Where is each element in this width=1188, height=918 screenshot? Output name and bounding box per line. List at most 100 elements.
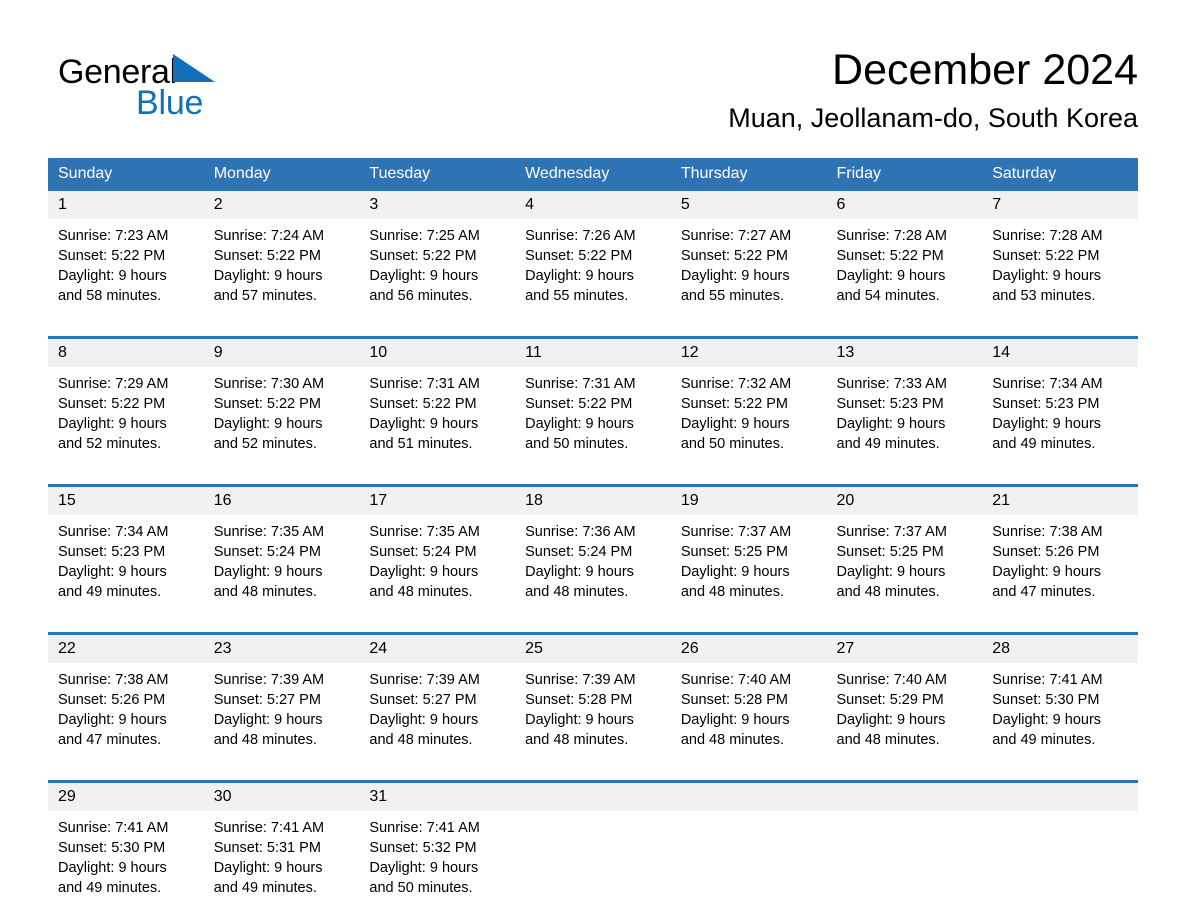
daylight-text-line2: and 52 minutes. <box>58 436 162 452</box>
day-cell[interactable]: Sunrise: 7:35 AM Sunset: 5:24 PM Dayligh… <box>203 515 360 609</box>
day-cell[interactable]: Sunrise: 7:37 AM Sunset: 5:25 PM Dayligh… <box>670 515 827 609</box>
day-number[interactable]: 12 <box>670 339 827 367</box>
day-number[interactable]: 15 <box>48 487 204 515</box>
day-cell[interactable]: Sunrise: 7:27 AM Sunset: 5:22 PM Dayligh… <box>670 219 827 313</box>
sunrise-text: Sunrise: 7:41 AM <box>213 820 325 836</box>
day-number[interactable]: 1 <box>48 191 204 219</box>
day-cell[interactable]: Sunrise: 7:34 AM Sunset: 5:23 PM Dayligh… <box>982 367 1138 461</box>
day-number[interactable]: 4 <box>515 191 671 219</box>
daylight-text-line1: Daylight: 9 hours <box>369 564 479 580</box>
day-number[interactable]: 11 <box>515 339 671 367</box>
day-cell[interactable]: Sunrise: 7:28 AM Sunset: 5:22 PM Dayligh… <box>826 219 983 313</box>
daylight-text-line2: and 55 minutes. <box>525 288 629 304</box>
day-cell[interactable]: Sunrise: 7:41 AM Sunset: 5:32 PM Dayligh… <box>359 811 516 905</box>
daylight-text-line2: and 47 minutes. <box>58 732 162 748</box>
day-cell[interactable]: Sunrise: 7:40 AM Sunset: 5:29 PM Dayligh… <box>826 663 983 757</box>
sunset-text: Sunset: 5:22 PM <box>58 248 166 264</box>
day-cell[interactable]: Sunrise: 7:29 AM Sunset: 5:22 PM Dayligh… <box>48 367 204 461</box>
day-cell[interactable]: Sunrise: 7:31 AM Sunset: 5:22 PM Dayligh… <box>515 367 671 461</box>
daylight-text-line2: and 48 minutes. <box>680 584 784 600</box>
day-cell[interactable]: Sunrise: 7:34 AM Sunset: 5:23 PM Dayligh… <box>48 515 204 609</box>
day-cell[interactable]: Sunrise: 7:40 AM Sunset: 5:28 PM Dayligh… <box>670 663 827 757</box>
day-number[interactable]: 9 <box>203 339 360 367</box>
sunset-text: Sunset: 5:30 PM <box>58 840 166 856</box>
day-number[interactable]: 26 <box>670 635 827 663</box>
day-cell[interactable]: Sunrise: 7:31 AM Sunset: 5:22 PM Dayligh… <box>359 367 516 461</box>
day-number[interactable]: 14 <box>982 339 1138 367</box>
day-number[interactable]: 2 <box>203 191 360 219</box>
daylight-text-line2: and 48 minutes. <box>213 732 317 748</box>
day-number[interactable]: 18 <box>515 487 671 515</box>
day-cell[interactable]: Sunrise: 7:39 AM Sunset: 5:27 PM Dayligh… <box>203 663 360 757</box>
day-number[interactable]: 13 <box>826 339 983 367</box>
sunset-text: Sunset: 5:22 PM <box>525 396 633 412</box>
sunset-text: Sunset: 5:25 PM <box>836 544 944 560</box>
day-number[interactable]: 21 <box>982 487 1138 515</box>
day-cell[interactable]: Sunrise: 7:41 AM Sunset: 5:31 PM Dayligh… <box>203 811 360 905</box>
day-cell[interactable]: Sunrise: 7:32 AM Sunset: 5:22 PM Dayligh… <box>670 367 827 461</box>
day-number[interactable]: 16 <box>203 487 360 515</box>
day-cell[interactable]: Sunrise: 7:28 AM Sunset: 5:22 PM Dayligh… <box>982 219 1138 313</box>
daylight-text-line1: Daylight: 9 hours <box>836 712 946 728</box>
daylight-text-line2: and 52 minutes. <box>213 436 317 452</box>
sunrise-text: Sunrise: 7:30 AM <box>213 376 325 392</box>
day-cell[interactable]: Sunrise: 7:37 AM Sunset: 5:25 PM Dayligh… <box>826 515 983 609</box>
daylight-text-line2: and 48 minutes. <box>836 584 940 600</box>
sunset-text: Sunset: 5:22 PM <box>836 248 944 264</box>
day-number[interactable]: 7 <box>982 191 1138 219</box>
day-cell[interactable]: Sunrise: 7:41 AM Sunset: 5:30 PM Dayligh… <box>982 663 1138 757</box>
day-cell[interactable]: Sunrise: 7:39 AM Sunset: 5:28 PM Dayligh… <box>515 663 671 757</box>
day-number[interactable]: 25 <box>515 635 671 663</box>
day-number[interactable]: 3 <box>359 191 516 219</box>
day-number[interactable]: 10 <box>359 339 516 367</box>
daylight-text-line1: Daylight: 9 hours <box>213 712 323 728</box>
calendar-container: Sunday Monday Tuesday Wednesday Thursday… <box>48 158 1138 905</box>
logo-text-blue: Blue <box>136 84 204 122</box>
day-cell[interactable]: Sunrise: 7:33 AM Sunset: 5:23 PM Dayligh… <box>826 367 983 461</box>
day-number[interactable]: 24 <box>359 635 516 663</box>
daylight-text-line1: Daylight: 9 hours <box>525 712 634 728</box>
day-cell[interactable]: Sunrise: 7:38 AM Sunset: 5:26 PM Dayligh… <box>48 663 204 757</box>
day-cell[interactable]: Sunrise: 7:30 AM Sunset: 5:22 PM Dayligh… <box>203 367 360 461</box>
daylight-text-line2: and 48 minutes. <box>680 732 784 748</box>
title-block: December 2024 Muan, Jeollanam-do, South … <box>728 44 1138 135</box>
generalblue-logo[interactable]: General Blue <box>58 54 318 126</box>
daylight-text-line2: and 56 minutes. <box>369 288 473 304</box>
sunrise-text: Sunrise: 7:38 AM <box>992 524 1103 540</box>
day-cell[interactable]: Sunrise: 7:36 AM Sunset: 5:24 PM Dayligh… <box>515 515 671 609</box>
day-cell[interactable]: Sunrise: 7:38 AM Sunset: 5:26 PM Dayligh… <box>982 515 1138 609</box>
daylight-text-line1: Daylight: 9 hours <box>680 564 790 580</box>
sunrise-text: Sunrise: 7:37 AM <box>836 524 947 540</box>
week-spacer-cell <box>48 609 1138 632</box>
daylight-text-line1: Daylight: 9 hours <box>680 712 790 728</box>
day-number[interactable]: 29 <box>48 783 204 811</box>
day-cell[interactable]: Sunrise: 7:35 AM Sunset: 5:24 PM Dayligh… <box>359 515 516 609</box>
day-cell[interactable]: Sunrise: 7:24 AM Sunset: 5:22 PM Dayligh… <box>203 219 360 313</box>
week-spacer <box>48 313 1138 336</box>
day-number[interactable]: 17 <box>359 487 516 515</box>
sunrise-text: Sunrise: 7:25 AM <box>369 228 480 244</box>
day-number[interactable]: 28 <box>982 635 1138 663</box>
logo-bottom-row: Blue <box>58 86 318 122</box>
day-number[interactable]: 6 <box>826 191 983 219</box>
day-number[interactable]: 8 <box>48 339 204 367</box>
day-cell[interactable]: Sunrise: 7:26 AM Sunset: 5:22 PM Dayligh… <box>515 219 671 313</box>
sunrise-text: Sunrise: 7:27 AM <box>680 228 792 244</box>
day-number[interactable]: 5 <box>670 191 827 219</box>
day-number[interactable]: 20 <box>826 487 983 515</box>
day-cell[interactable]: Sunrise: 7:23 AM Sunset: 5:22 PM Dayligh… <box>48 219 204 313</box>
day-cell[interactable]: Sunrise: 7:39 AM Sunset: 5:27 PM Dayligh… <box>359 663 516 757</box>
daylight-text-line1: Daylight: 9 hours <box>369 712 479 728</box>
day-number[interactable]: 27 <box>826 635 983 663</box>
daylight-text-line1: Daylight: 9 hours <box>213 416 323 432</box>
day-number[interactable]: 22 <box>48 635 204 663</box>
sunrise-text: Sunrise: 7:40 AM <box>680 672 792 688</box>
day-cell[interactable]: Sunrise: 7:41 AM Sunset: 5:30 PM Dayligh… <box>48 811 204 905</box>
day-number[interactable]: 23 <box>203 635 360 663</box>
day-number[interactable]: 19 <box>670 487 827 515</box>
day-number[interactable]: 30 <box>203 783 360 811</box>
day-number[interactable]: 31 <box>359 783 516 811</box>
day-cell[interactable]: Sunrise: 7:25 AM Sunset: 5:22 PM Dayligh… <box>359 219 516 313</box>
sunset-text: Sunset: 5:29 PM <box>836 692 944 708</box>
sunrise-text: Sunrise: 7:36 AM <box>525 524 636 540</box>
